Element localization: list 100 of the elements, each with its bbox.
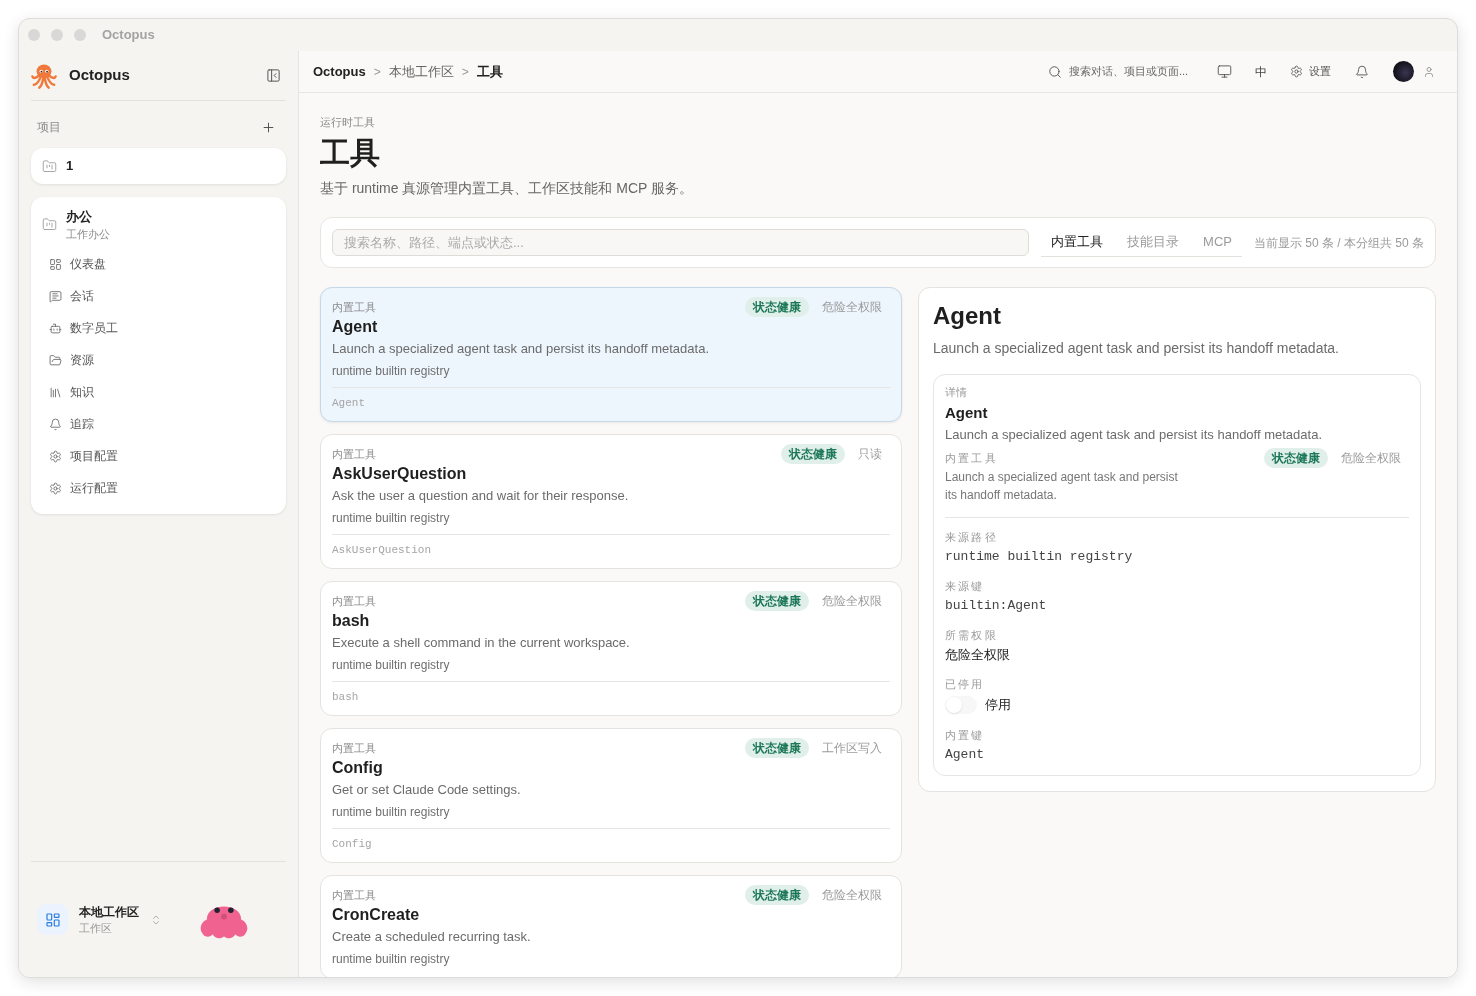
collapse-sidebar-button[interactable] [264,66,282,85]
tool-summary: Launch a specialized agent task and persist its handoff metadata. [945,469,1179,504]
status-badge: 状态健康 [745,297,809,317]
field-label: 已停用 [945,677,985,692]
detail-title: Agent [933,301,1002,331]
search-field[interactable]: 搜索对话、项目或页面... [1069,63,1193,80]
page-title: 工具 [320,135,381,171]
language-button[interactable]: 中 [1255,62,1267,81]
status-badge: 状态健康 [1264,448,1328,468]
tool-description: Get or set Claude Code settings. [332,781,522,799]
permission-label: 危险全权限 [822,593,882,610]
tool-category: 内置工具 [332,740,376,756]
bell-icon [49,417,62,431]
breadcrumb-separator: > [373,63,381,81]
display-button[interactable] [1216,63,1232,80]
nav-item[interactable]: 追踪 [42,408,275,440]
nav-item[interactable]: 会话 [42,280,275,312]
tool-category: 内置工具 [332,593,376,609]
project-header[interactable]: 1 [42,156,275,176]
detail-description: Launch a specialized agent task and persist its handoff metadata. [933,339,1340,358]
permission-label: 只读 [858,446,882,463]
section-label: 项目 [37,119,61,136]
tool-card[interactable]: 内置工具 状态健康 工作区写入 Config Get or set Claude Code settings. runtime builtin registry Config [320,728,902,863]
tool-card[interactable]: 内置工具 状态健康 危险全权限 bash Execute a shell command in the current workspace. runtime builtin registry bash [320,581,902,716]
tool-name: Agent [945,403,989,423]
tool-name: CronCreate [332,905,421,925]
tool-source: runtime builtin registry [332,510,451,527]
field-label: 内置键 [945,728,985,743]
tool-source: runtime builtin registry [332,363,451,380]
tool-key: bash [332,689,890,705]
folder-icon [42,158,57,174]
sidebar-toggle-icon [265,68,281,83]
tool-category: 内置工具 [945,451,998,466]
field-value: Agent [945,746,984,764]
settings-icon [49,449,62,463]
window-title: Octopus [102,26,155,45]
avatar-icon[interactable] [1393,61,1414,82]
status-badge: 状态健康 [781,444,845,464]
nav-item[interactable]: 知识 [42,376,275,408]
books-icon [49,385,62,399]
page-description: 基于 runtime 真源管理内置工具、工作区技能和 MCP 服务。 [320,179,695,198]
nav-item[interactable]: 仪表盘 [42,248,275,280]
search-icon [1048,64,1062,79]
tool-category: 内置工具 [332,887,376,903]
tool-key: Config [332,836,890,852]
tool-name: bash [332,611,371,631]
settings-icon [1290,65,1303,78]
plus-icon [260,119,276,135]
tool-source: runtime builtin registry [332,657,451,674]
grid-icon [37,904,68,935]
notifications-button[interactable] [1354,63,1370,80]
settings-icon [49,481,62,495]
status-badge: 状态健康 [745,591,809,611]
folder-icon [42,216,57,232]
field-value: runtime builtin registry [945,548,1133,566]
status-badge: 状态健康 [745,885,809,905]
tool-category: 内置工具 [332,299,376,315]
result-count: 当前显示 50 条 / 本分组共 50 条 [1253,234,1424,252]
tab[interactable]: 内置工具 [1041,228,1114,256]
brand-name: Octopus [69,65,130,86]
tool-name: AskUserQuestion [332,464,468,484]
tool-card[interactable]: 内置工具 状态健康 危险全权限 CronCreate Create a scheduled recurring task. runtime builtin registry [320,875,902,977]
breadcrumb-link[interactable]: Octopus [313,61,366,82]
settings-button[interactable]: 设置 [1290,63,1331,80]
toggle-switch[interactable] [945,696,977,714]
tool-key: Agent [332,395,890,411]
add-project-button[interactable] [260,119,276,135]
permission-label: 危险全权限 [822,887,882,904]
nav-item[interactable]: 数字员工 [42,312,275,344]
nav-item[interactable]: 项目配置 [42,440,275,472]
breadcrumb-link[interactable]: 本地工作区 [388,61,454,82]
monitor-icon [1216,64,1232,79]
user-icon[interactable] [1423,65,1435,78]
workspace-switcher[interactable]: 本地工作区 工作区 [37,903,162,936]
tool-card[interactable]: 内置工具 状态健康 只读 AskUserQuestion Ask the user a question and wait for their response. runtime builtin registry AskUserQuestion [320,434,902,569]
field-label: 来源路径 [945,530,998,545]
tool-description: Launch a specialized agent task and persist its handoff metadata. [945,426,1323,444]
breadcrumb-current: 工具 [476,62,503,81]
nav-item[interactable]: 运行配置 [42,472,275,504]
toggle-label: 停用 [985,696,1011,715]
robot-icon [49,321,62,335]
page-eyebrow: 运行时工具 [320,115,376,130]
status-badge: 状态健康 [745,738,809,758]
tool-source: runtime builtin registry [332,804,451,821]
permission-label: 工作区写入 [822,740,882,757]
field-label: 所需权限 [945,628,998,643]
tool-source: runtime builtin registry [332,951,451,968]
tool-key: AskUserQuestion [332,542,890,558]
tool-description: Ask the user a question and wait for their response. [332,487,630,505]
chevron-up-down-icon [150,913,162,926]
dashboard-icon [49,257,62,271]
breadcrumb-separator: > [461,63,469,81]
filter-field[interactable]: 搜索名称、路径、端点或状态... [332,229,1030,256]
project-header[interactable]: 办公 工作办公 [42,207,275,241]
nav-item[interactable]: 资源 [42,344,275,376]
tool-category: 内置工具 [332,446,376,462]
tool-description: Execute a shell command in the current workspace. [332,634,631,652]
permission-label: 危险全权限 [822,299,882,316]
tool-name: Config [332,758,384,778]
tool-card[interactable]: 内置工具 状态健康 危险全权限 Agent Launch a specialized agent task and persist its handoff metadata. runtime builtin registry Agent [320,287,902,422]
